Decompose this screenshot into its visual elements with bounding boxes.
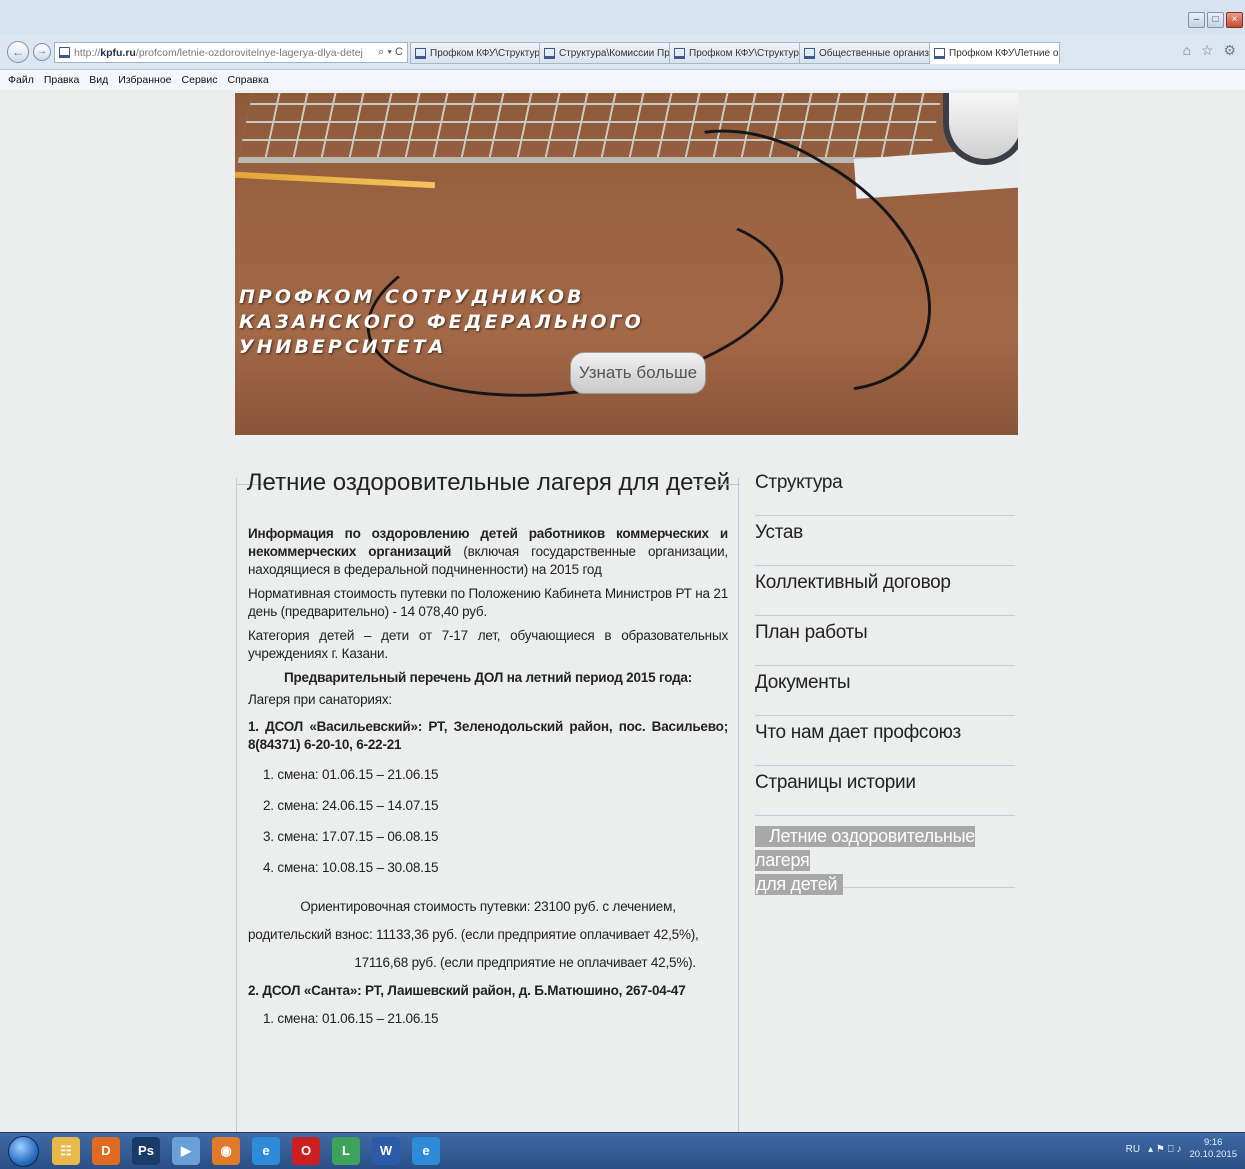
site-favicon-icon [544, 47, 555, 59]
search-refresh-icon[interactable]: ⌕ ▾ C [378, 46, 403, 59]
language-indicator[interactable]: RU [1126, 1144, 1140, 1155]
back-button[interactable]: ← [7, 41, 29, 63]
sidebar-item-history[interactable]: Страницы истории [755, 766, 1015, 816]
app-orange-icon[interactable]: D [92, 1137, 120, 1165]
sidebar-item-structure[interactable]: Структура [755, 466, 1015, 516]
sanatorium-label: Лагеря при санаториях: [248, 692, 392, 707]
list-item: 4. смена: 10.08.15 – 30.08.15 [263, 860, 439, 875]
opera-icon[interactable]: O [292, 1137, 320, 1165]
camp-title: 1. ДСОЛ «Васильевский»: РТ, Зеленодольск… [248, 719, 728, 752]
home-favorites-settings-icons[interactable]: ⌂ ☆ ⚙ [1183, 42, 1239, 59]
intro-paragraph: Информация по оздоровлению детей работни… [248, 525, 728, 579]
list-heading: Предварительный перечень ДОЛ на летний п… [283, 670, 693, 685]
minimize-button[interactable]: – [1188, 12, 1205, 28]
url-host: kpfu.ru [100, 46, 136, 59]
media-player-icon[interactable]: ▶ [172, 1137, 200, 1165]
title-divider: Летние оздоровительные лагеря для детей [237, 469, 740, 498]
menu-view[interactable]: Вид [89, 74, 108, 86]
taskbar: ☷ D Ps ▶ ◉ e O L We RU ▴ ⚑ ⎕ ♪ 9:16 20.10.2015 [0, 1132, 1245, 1169]
url-path: /profcom/letnie-ozdorovitelnye-lagerya-d… [135, 46, 363, 59]
browser-tab-active[interactable]: Профком КФУ\Летние озд...× [930, 42, 1060, 64]
keyboard-image [237, 93, 943, 163]
clock-date: 20.10.2015 [1189, 1149, 1237, 1160]
shift-list: 1. смена: 01.06.15 – 21.06.15 [263, 1010, 728, 1041]
cost-line: родительский взнос: 11133,36 руб. (если … [248, 927, 699, 942]
sidebar-active-label-line2: для детей [755, 874, 844, 895]
cost-line: Ориентировочная стоимость путевки: 23100… [300, 899, 676, 914]
list-item: 1. смена: 01.06.15 – 21.06.15 [263, 1011, 439, 1026]
tab-label: Общественные организации... [819, 47, 929, 59]
browser-tab[interactable]: Профком КФУ\Структура - К... [410, 42, 540, 64]
sidebar-item-union-benefits[interactable]: Что нам дает профсоюз [755, 716, 1015, 766]
forward-button[interactable]: → [33, 43, 51, 61]
sidebar-item-charter[interactable]: Устав [755, 516, 1015, 566]
internet-explorer-icon[interactable]: e [252, 1137, 280, 1165]
word-icon[interactable]: W [372, 1137, 400, 1165]
file-explorer-icon[interactable]: ☷ [52, 1137, 80, 1165]
window-controls: – □ × [1188, 12, 1243, 28]
site-favicon-icon [674, 47, 685, 59]
sidebar-item-summer-camps[interactable]: Летние оздоровительные лагеря для детей [755, 816, 1015, 895]
sidebar-item-collective-agreement[interactable]: Коллективный договор [755, 566, 1015, 616]
cost-line: 17116,68 руб. (если предприятие не оплач… [354, 955, 696, 970]
browser-tab[interactable]: Структура\Комиссии Профк... [540, 42, 670, 64]
list-item: 3. смена: 17.07.15 – 06.08.15 [263, 829, 439, 844]
photoshop-icon[interactable]: Ps [132, 1137, 160, 1165]
menu-file[interactable]: Файл [8, 74, 34, 86]
site-favicon-icon [59, 47, 70, 58]
banner-title-line: КАЗАНСКОГО ФЕДЕРАЛЬНОГО [239, 311, 644, 333]
sidebar-menu: Структура Устав Коллективный договор Пла… [755, 466, 1015, 895]
article-body: Информация по оздоровлению детей работни… [248, 525, 728, 1049]
tab-label: Профком КФУ\Структура - К... [689, 47, 800, 59]
menu-bar: Файл Правка Вид Избранное Сервис Справка [0, 70, 1245, 90]
address-bar[interactable]: http://kpfu.ru/profcom/letnie-ozdorovite… [54, 42, 408, 63]
navigation-bar: ← → http://kpfu.ru/profcom/letnie-ozdoro… [0, 34, 1245, 70]
system-tray: RU ▴ ⚑ ⎕ ♪ 9:16 20.10.2015 [1126, 1137, 1237, 1161]
banner-title: ПРОФКОМ СОТРУДНИКОВ КАЗАНСКОГО ФЕДЕРАЛЬН… [239, 285, 719, 360]
firefox-icon[interactable]: ◉ [212, 1137, 240, 1165]
clock[interactable]: 9:16 20.10.2015 [1189, 1137, 1237, 1161]
list-item: 1. смена: 01.06.15 – 21.06.15 [263, 767, 439, 782]
menu-edit[interactable]: Правка [44, 74, 79, 86]
start-button[interactable] [8, 1136, 39, 1167]
menu-help[interactable]: Справка [227, 74, 268, 86]
shift-list: 1. смена: 01.06.15 – 21.06.15 2. смена: … [263, 766, 728, 890]
browser-tab[interactable]: Профком КФУ\Структура - К... [670, 42, 800, 64]
tab-strip: Профком КФУ\Структура - К... Структура\К… [410, 42, 1060, 64]
normative-cost-paragraph: Нормативная стоимость путевки по Положен… [248, 586, 728, 619]
window-titlebar: – □ × [0, 0, 1245, 34]
tab-label: Структура\Комиссии Профк... [559, 47, 670, 59]
tab-label: Профком КФУ\Летние озд... [949, 47, 1059, 59]
site-favicon-icon [934, 47, 945, 59]
camp-title: 2. ДСОЛ «Санта»: РТ, Лаишевский район, д… [248, 983, 686, 998]
learn-more-button[interactable]: Узнать больше [570, 352, 706, 394]
internet-explorer-icon[interactable]: e [412, 1137, 440, 1165]
sidebar-item-documents[interactable]: Документы [755, 666, 1015, 716]
menu-favorites[interactable]: Избранное [118, 74, 171, 86]
maximize-button[interactable]: □ [1207, 12, 1224, 28]
article: Летние оздоровительные лагеря для детей … [236, 469, 740, 1132]
browser-tab[interactable]: Общественные организации... [800, 42, 930, 64]
category-paragraph: Категория детей – дети от 7-17 лет, обуч… [248, 628, 728, 661]
clock-time: 9:16 [1203, 1137, 1223, 1148]
app-green-icon[interactable]: L [332, 1137, 360, 1165]
site-favicon-icon [804, 47, 815, 59]
list-item: 2. смена: 24.06.15 – 14.07.15 [263, 798, 439, 813]
sidebar-active-label-line1: Летние оздоровительные лагеря [755, 826, 975, 871]
tray-icons[interactable]: ▴ ⚑ ⎕ ♪ [1148, 1144, 1181, 1155]
sidebar-item-work-plan[interactable]: План работы [755, 616, 1015, 666]
close-window-button[interactable]: × [1226, 12, 1243, 28]
url-prefix: http:// [74, 46, 101, 59]
site-favicon-icon [415, 47, 426, 59]
banner-title-line: ПРОФКОМ СОТРУДНИКОВ [239, 286, 585, 308]
menu-tools[interactable]: Сервис [182, 74, 218, 86]
page-title: Летние оздоровительные лагеря для детей [246, 469, 731, 496]
header-banner: ПРОФКОМ СОТРУДНИКОВ КАЗАНСКОГО ФЕДЕРАЛЬН… [235, 93, 1018, 435]
pencil-image [235, 171, 436, 189]
tab-label: Профком КФУ\Структура - К... [430, 47, 540, 59]
